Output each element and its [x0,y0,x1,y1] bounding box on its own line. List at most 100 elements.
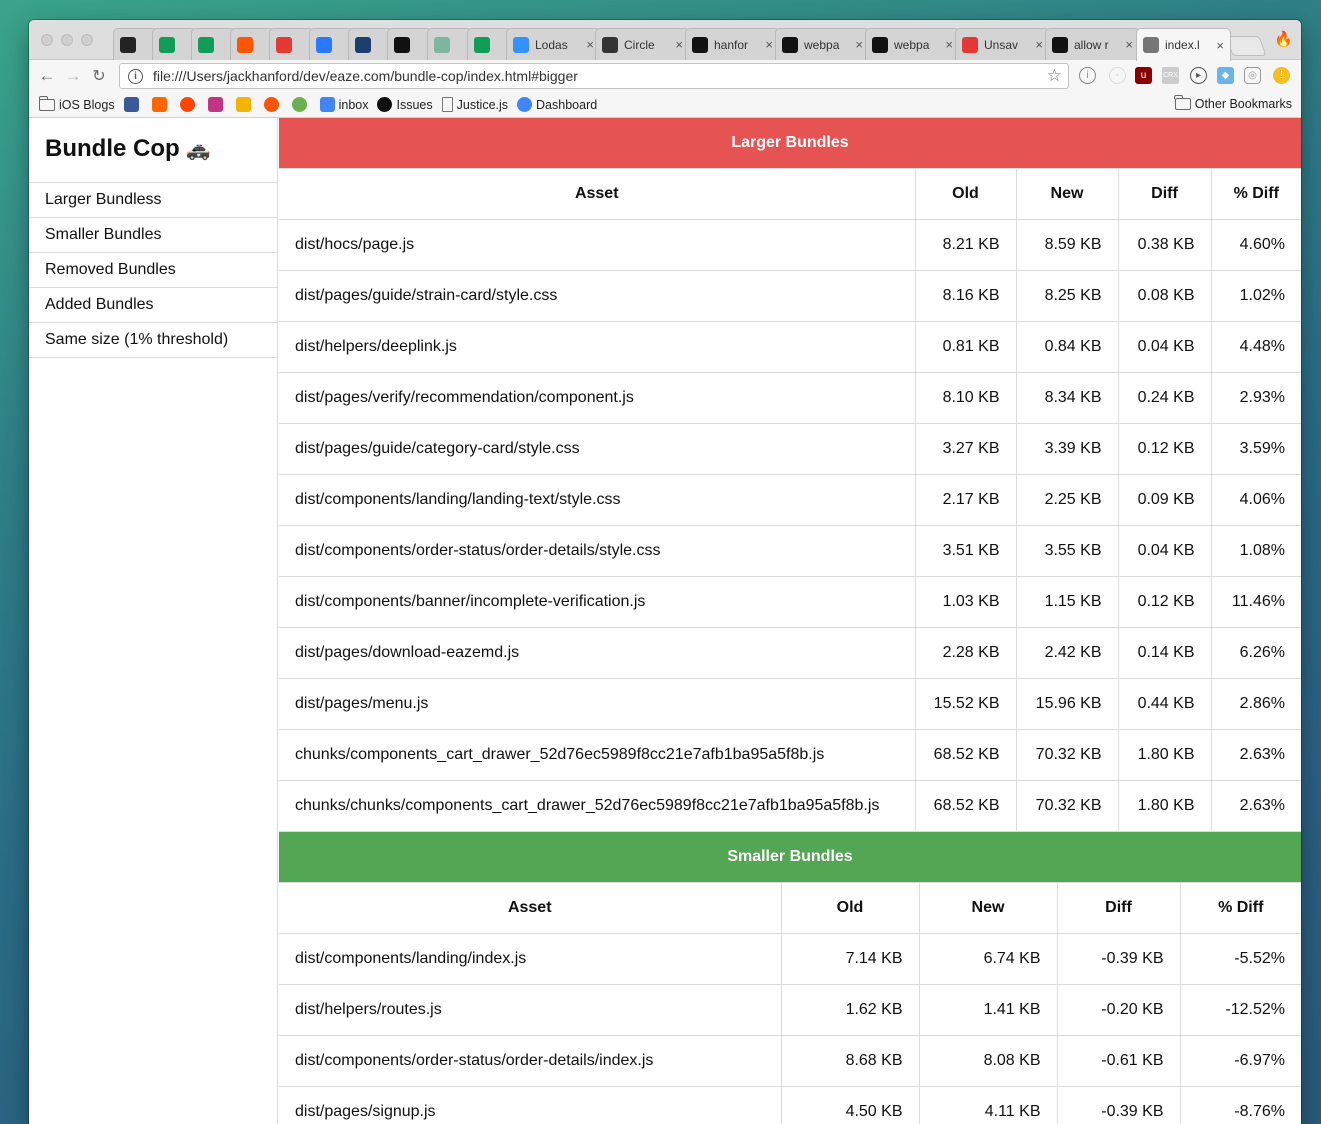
browser-tab[interactable]: index.l × [1136,28,1231,61]
bookmark-item[interactable]: inbox [319,97,368,112]
value-cell: 11.46% [1210,576,1301,628]
bookmark-item[interactable]: Justice.js [441,97,508,112]
close-tab-icon[interactable]: × [675,37,683,52]
minimize-window-button[interactable] [61,34,73,46]
sidebar-item[interactable]: Removed Bundles [29,253,277,288]
asset-cell: dist/components/landing/landing-text/sty… [279,474,916,526]
asset-cell: chunks/chunks/components_cart_drawer_52d… [279,780,916,832]
value-cell: -0.61 KB [1056,1035,1181,1087]
sidebar-item[interactable]: Larger Bundless [29,183,277,218]
value-cell: 4.48% [1210,321,1301,373]
sidebar-item[interactable]: Smaller Bundles [29,218,277,253]
crx-icon[interactable]: CRX [1162,67,1179,84]
bookmark-item[interactable]: Dashboard [517,97,597,112]
bookmark-item[interactable]: Issues [377,97,433,112]
value-cell: 4.50 KB [780,1086,920,1124]
other-bookmarks[interactable]: Other Bookmarks [1174,95,1292,111]
bookmark-item[interactable] [263,97,283,112]
bookmark-item[interactable] [291,97,311,112]
ublock-icon[interactable]: u [1135,67,1152,84]
browser-tab[interactable] [427,28,472,60]
tab-title: Lodas [535,37,568,52]
bookmark-item[interactable]: iOS Blogs [38,95,115,112]
tab-title: allow r [1074,37,1109,52]
value-cell: 2.28 KB [914,627,1017,679]
close-tab-icon[interactable]: × [1035,37,1043,52]
browser-tab[interactable]: allow r × [1045,28,1140,60]
smaller-bundles-table: Asset Old New Diff% Diff dist/components/la… [279,882,1301,1124]
browser-tab[interactable]: webpa × [775,28,870,60]
close-tab-icon[interactable]: × [586,37,594,52]
browser-tab[interactable]: Circle × [595,28,690,60]
asset-cell: dist/components/order-status/order-detai… [279,1035,782,1087]
value-cell: 0.84 KB [1015,321,1119,373]
tab-title: index.l [1165,38,1200,52]
sidebar-item[interactable]: Same size (1% threshold) [29,323,277,358]
address-bar[interactable]: i file:///Users/jackhanford/dev/eaze.com… [119,63,1069,89]
close-window-button[interactable] [41,34,53,46]
value-cell: 2.42 KB [1015,627,1119,679]
column-header: Diff [1117,168,1212,220]
bookmark-item[interactable] [123,97,143,112]
value-cell: 8.68 KB [780,1035,920,1087]
browser-tab[interactable] [269,28,314,60]
new-tab-button[interactable] [1225,36,1267,56]
bookmark-label: Issues [396,97,433,112]
zoom-window-button[interactable] [81,34,93,46]
ext-cube-icon[interactable]: ◆ [1217,67,1234,84]
inbox-icon [319,97,335,112]
value-cell: 0.38 KB [1117,219,1212,271]
folder-icon [1174,95,1191,110]
value-cell: 0.09 KB [1117,474,1212,526]
asset-cell: dist/pages/signup.js [279,1086,782,1124]
tab-title: webpa [804,37,840,52]
browser-tab[interactable]: hanfor × [685,28,780,60]
asset-cell: dist/components/banner/incomplete-verifi… [279,576,916,628]
close-tab-icon[interactable]: × [765,37,773,52]
cr-icon [962,36,978,53]
close-tab-icon[interactable]: × [945,37,953,52]
google-icon [517,97,533,112]
ext-info-icon[interactable]: i [1079,67,1096,84]
bookmark-item[interactable] [151,97,171,112]
github-icon [782,36,798,53]
table-row: dist/pages/verify/recommendation/compone… [279,372,1301,424]
browser-tab[interactable]: Lodas × [506,28,601,60]
value-cell: 4.60% [1210,219,1301,271]
ext-play-icon[interactable]: ▸ [1190,67,1207,84]
browser-tab[interactable]: webpa × [865,28,960,60]
reload-icon[interactable]: ↻ [86,63,112,89]
bookmark-item[interactable] [235,97,255,112]
lodash-icon [513,36,529,53]
close-tab-icon[interactable]: × [1216,38,1224,53]
info-icon[interactable]: i [128,68,143,84]
value-cell: 8.21 KB [914,219,1017,271]
close-tab-icon[interactable]: × [855,37,863,52]
column-header: Diff [1056,882,1181,934]
bookmark-star-icon[interactable]: ☆ [1047,66,1062,86]
close-tab-icon[interactable]: × [1125,37,1133,52]
ext-camera-icon[interactable]: ◎ [1244,67,1261,84]
asset-cell: dist/helpers/deeplink.js [279,321,916,373]
column-header: Old [914,168,1017,220]
value-cell: 8.25 KB [1015,270,1119,322]
ext-circle-icon[interactable]: ◦ [1109,67,1126,84]
value-cell: 8.08 KB [918,1035,1058,1087]
ext-warning-icon[interactable]: ! [1273,67,1290,84]
table-row: dist/components/banner/incomplete-verifi… [279,576,1301,628]
back-arrow-icon[interactable]: ← [34,63,60,89]
sidebar-item[interactable]: Added Bundles [29,288,277,323]
bookmark-item[interactable] [179,97,199,112]
police-car-icon: 🚓 [185,139,211,161]
page-content: Bundle Cop 🚓 Larger Bundless Smaller Bundl… [29,118,1301,1124]
table-row: chunks/components_cart_drawer_52d76ec598… [279,729,1301,781]
value-cell: 15.52 KB [914,678,1017,730]
browser-tab[interactable]: Unsav × [955,28,1050,60]
forward-arrow-icon[interactable]: → [60,63,86,89]
column-header: Asset [279,168,916,220]
bookmark-item[interactable] [207,97,227,112]
browser-tab[interactable] [387,28,432,60]
flame-icon[interactable]: 🔥 [1274,30,1293,48]
tab-strip: Lodas × Circle × hanfor × webpa × webpa × Unsav × al… [29,20,1301,61]
value-cell: 3.51 KB [914,525,1017,577]
